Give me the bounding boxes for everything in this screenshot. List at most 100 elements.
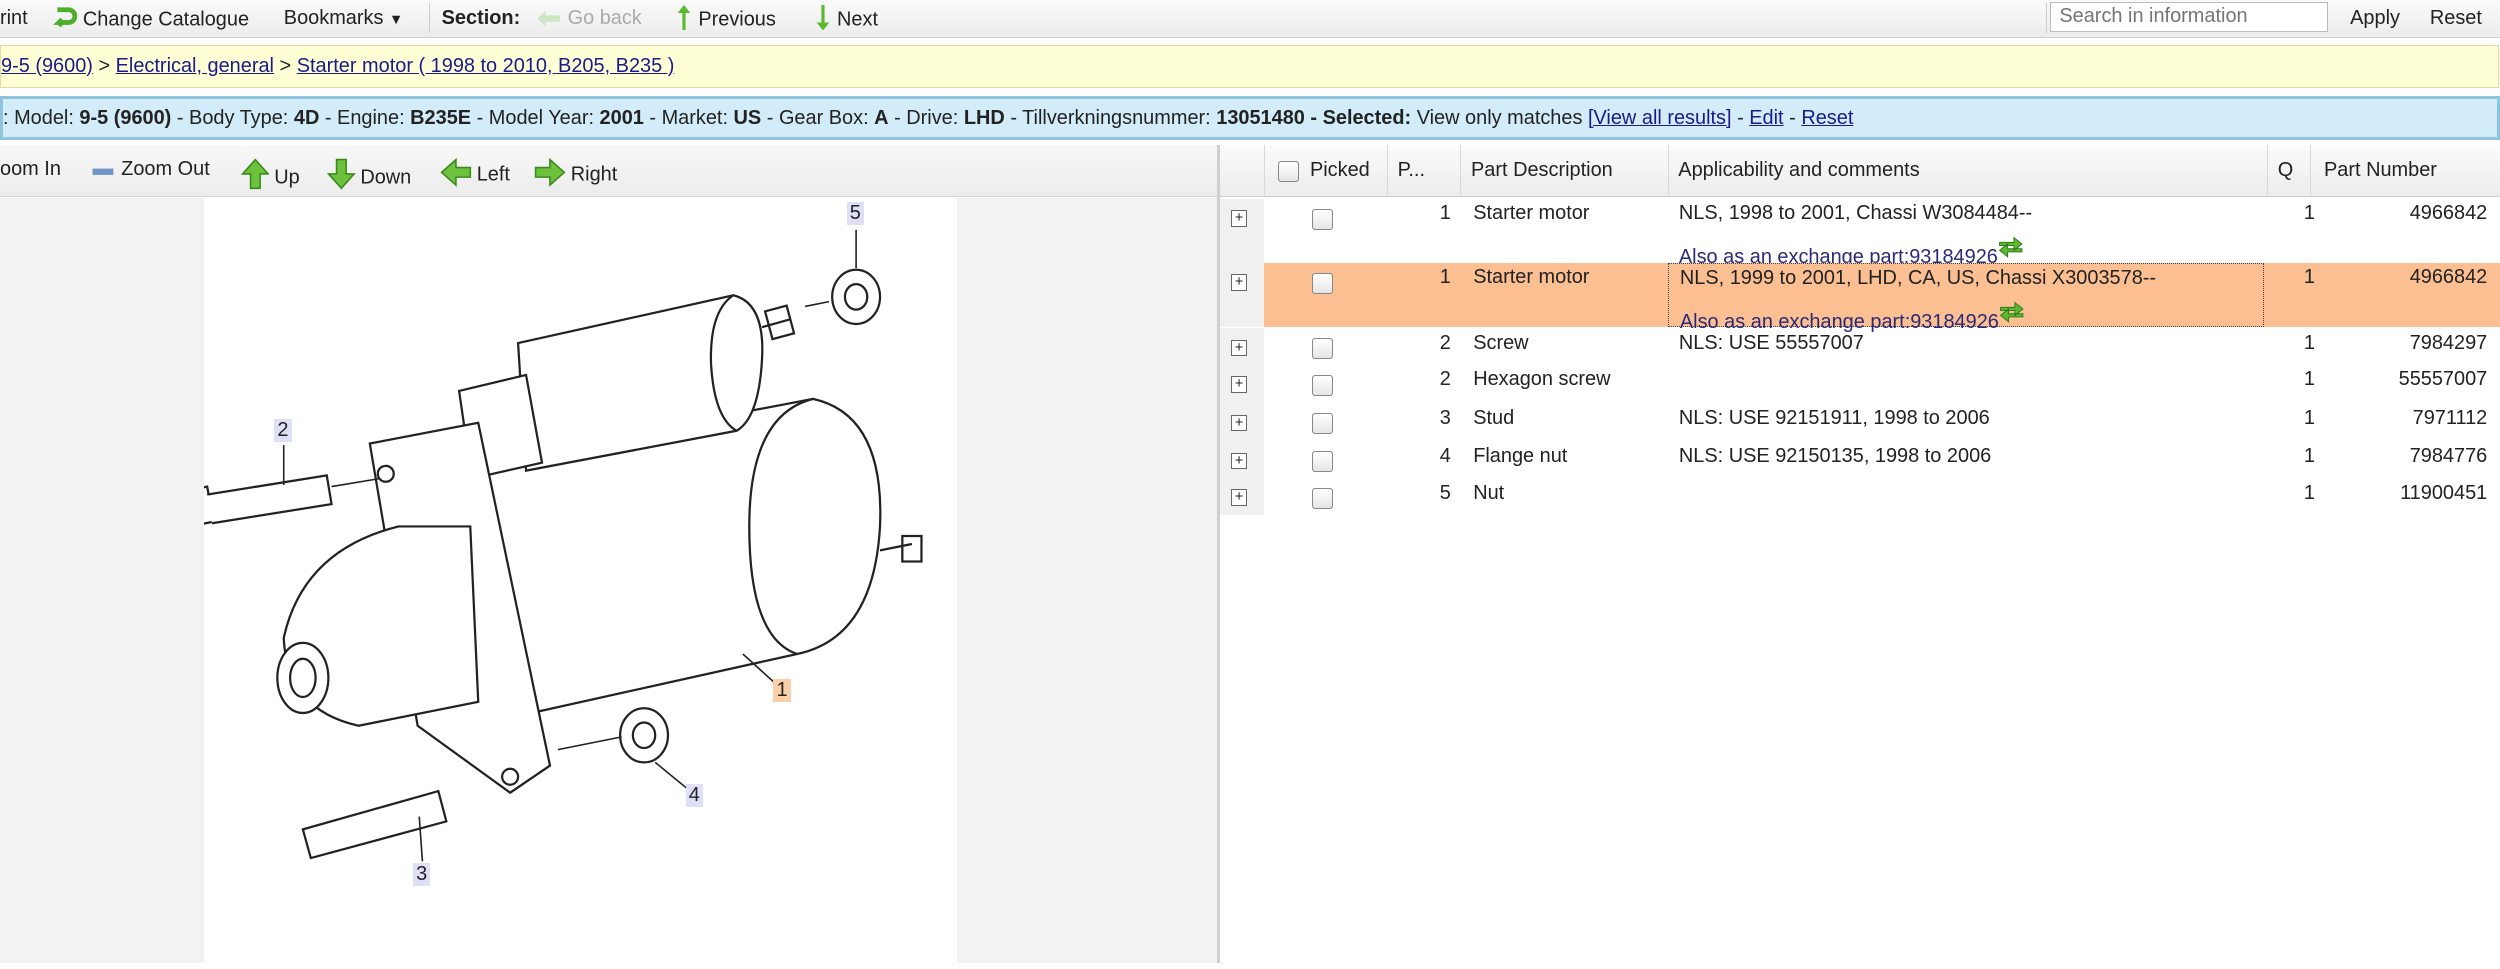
expand-icon[interactable]: + (1230, 376, 1248, 393)
part-description: Screw (1473, 331, 1529, 354)
selected-value: View only matches (1416, 106, 1588, 129)
expand-icon[interactable]: + (1230, 274, 1248, 291)
position: 2 (1439, 331, 1451, 354)
expand-cell: + (1219, 478, 1265, 515)
table-row[interactable]: +4 Flange nut NLS: USE 92150135, 1998 to 2… (1219, 441, 2500, 479)
divider (428, 3, 431, 34)
arrow-up-icon (240, 158, 270, 189)
column-applicability[interactable]: Applicability and comments (1667, 145, 2267, 197)
expand-icon[interactable]: + (1230, 414, 1248, 431)
expand-icon[interactable]: + (1230, 210, 1248, 227)
left-button[interactable]: Left (440, 157, 510, 187)
applicability-cell: NLS: USE 92150135, 1998 to 2006 (1668, 442, 2264, 479)
previous-button[interactable]: Previous (676, 4, 776, 32)
callout-2[interactable]: 2 (274, 419, 292, 443)
minus-icon (92, 168, 114, 175)
zoom-out-button[interactable]: Zoom Out (91, 158, 210, 181)
picked-checkbox[interactable] (1312, 412, 1334, 435)
callout-1[interactable]: 1 (773, 679, 791, 703)
part-number: 7971112 (2412, 406, 2488, 429)
year-value: 2001 (599, 106, 644, 129)
label: - Gear Box: (761, 106, 875, 129)
body-value: 4D (293, 106, 320, 129)
breadcrumb-item[interactable]: Electrical, general (116, 55, 274, 77)
down-button[interactable]: Down (326, 158, 411, 190)
column-picked[interactable]: Picked (1264, 145, 1387, 197)
expand-cell: + (1219, 365, 1265, 404)
arrow-down-icon (816, 4, 830, 31)
expand-icon[interactable]: + (1230, 452, 1248, 470)
part-description: Stud (1473, 406, 1515, 429)
starter-motor-drawing (166, 229, 923, 862)
bookmarks-dropdown[interactable]: Bookmarks ▼ (284, 5, 403, 32)
table-row[interactable]: +3 Stud NLS: USE 92151911, 1998 to 2006 1 79… (1219, 403, 2500, 442)
table-row[interactable]: +2 Screw NLS: USE 55557007 1 7984297 (1219, 328, 2500, 366)
table-row[interactable]: +5 Nut 1 11900451 (1219, 478, 2500, 515)
label: - Engine: (319, 106, 411, 129)
change-catalogue-button[interactable]: Change Catalogue (51, 5, 249, 32)
print-button[interactable]: rint (0, 5, 28, 32)
tn-value: 13051480 (1216, 106, 1305, 129)
part-description: Nut (1473, 481, 1505, 504)
breadcrumb-item[interactable]: Starter motor ( 1998 to 2010, B205, B235… (297, 55, 675, 77)
column-part-number[interactable]: Part Number (2310, 145, 2500, 197)
applicability-cell (1668, 478, 2264, 515)
part-description: Starter motor (1473, 202, 1590, 225)
applicability-cell: NLS, 1999 to 2001, LHD, CA, US, Chassi X… (1667, 263, 2265, 333)
zoom-in-button[interactable]: oom In (0, 158, 61, 181)
quantity: 1 (2303, 406, 2315, 429)
position: 5 (1439, 481, 1451, 504)
search-input[interactable] (2050, 1, 2328, 32)
up-label: Up (274, 166, 300, 189)
select-all-checkbox[interactable] (1278, 161, 1300, 183)
next-button[interactable]: Next (815, 4, 878, 32)
edit-link[interactable]: Edit (1749, 107, 1783, 129)
part-number: 11900451 (2400, 481, 2488, 504)
view-all-results-link[interactable]: [View all results] (1588, 107, 1732, 129)
expand-cell: + (1219, 403, 1265, 442)
applicability-cell: NLS: USE 55557007 (1668, 328, 2264, 365)
table-row[interactable]: +1 Starter motor NLS, 1998 to 2001, Chassi… (1219, 199, 2500, 268)
chevron-down-icon: ▼ (388, 11, 404, 28)
up-button[interactable]: Up (240, 158, 300, 190)
column-quantity[interactable]: Q (2267, 145, 2310, 197)
part-description: Hexagon screw (1473, 368, 1611, 391)
expand-icon[interactable]: + (1230, 489, 1248, 506)
expand-icon[interactable]: + (1230, 339, 1248, 356)
picked-checkbox[interactable] (1312, 374, 1334, 396)
callout-5[interactable]: 5 (846, 202, 865, 226)
label: - Selected: (1304, 106, 1417, 129)
applicability-cell: NLS, 1998 to 2001, Chassi W3084484-- Also… (1668, 199, 2264, 268)
picked-checkbox[interactable] (1312, 272, 1334, 294)
quantity: 1 (2303, 331, 2315, 354)
expand-cell: + (1219, 328, 1265, 366)
label: - Model Year: (471, 106, 600, 129)
parts-diagram[interactable]: 1 2 3 4 5 (166, 197, 957, 963)
callout-3[interactable]: 3 (412, 862, 431, 886)
column-position[interactable]: P... (1387, 145, 1460, 197)
picked-checkbox[interactable] (1312, 451, 1334, 473)
position: 1 (1439, 202, 1451, 225)
table-row[interactable]: +1 Starter motor NLS, 1999 to 2001, LHD, C… (1219, 263, 2500, 333)
reset-button[interactable]: Reset (2430, 5, 2482, 32)
vehicle-info-bar: : Model: 9-5 (9600) - Body Type: 4D - En… (0, 95, 2500, 140)
part-number: 4966842 (2409, 202, 2488, 225)
picked-checkbox[interactable] (1312, 487, 1334, 509)
part-number: 7984297 (2409, 331, 2488, 354)
picked-checkbox[interactable] (1312, 338, 1334, 360)
arrow-right-icon (534, 157, 566, 187)
picked-checkbox[interactable] (1312, 208, 1334, 230)
applicability: NLS: USE 92150135, 1998 to 2006 (1678, 444, 1992, 467)
reset-link[interactable]: Reset (1801, 107, 1853, 129)
label: - Drive: (888, 106, 964, 129)
callout-4[interactable]: 4 (685, 784, 704, 808)
column-description[interactable]: Part Description (1460, 145, 1667, 197)
change-catalogue-label: Change Catalogue (82, 8, 250, 31)
breadcrumb-item[interactable]: 9-5 (9600) (1, 55, 93, 77)
part-number: 55557007 (2398, 368, 2488, 391)
apply-button[interactable]: Apply (2350, 5, 2400, 32)
right-button[interactable]: Right (534, 157, 617, 187)
go-back-button[interactable]: Go back (536, 5, 642, 32)
part-number: 4966842 (2409, 266, 2488, 289)
table-row[interactable]: +2 Hexagon screw 1 55557007 (1219, 365, 2500, 404)
